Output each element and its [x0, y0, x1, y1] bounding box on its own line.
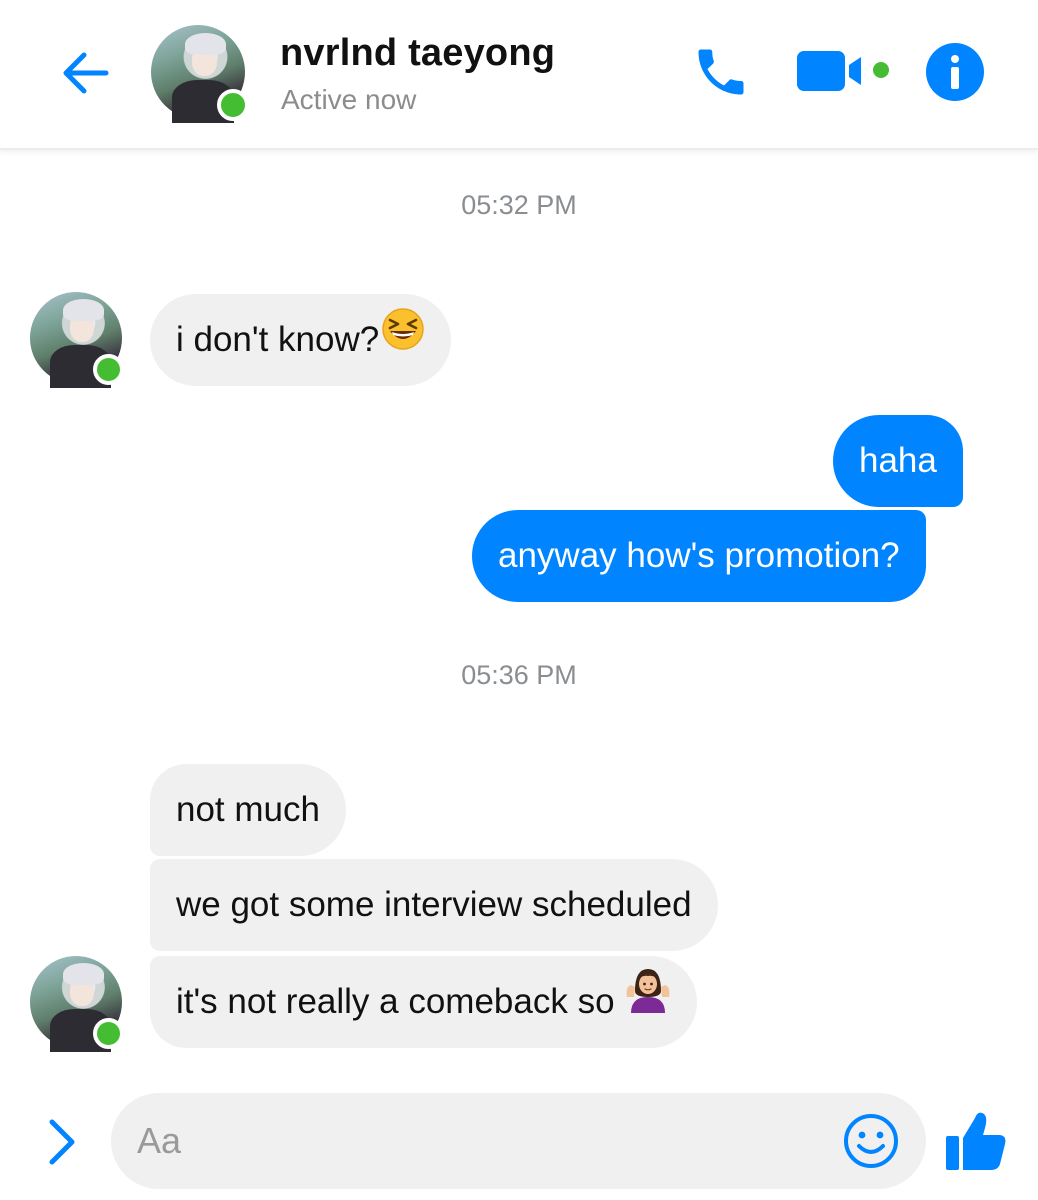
phone-icon[interactable] — [690, 42, 752, 102]
smiley-icon[interactable] — [842, 1112, 900, 1170]
incoming-message-bubble[interactable]: it's not really a comeback so — [150, 956, 697, 1048]
message-composer — [111, 1093, 926, 1189]
incoming-message-bubble[interactable]: not much — [150, 764, 346, 856]
message-timestamp: 05:32 PM — [461, 190, 577, 220]
online-indicator — [217, 89, 249, 121]
chevron-right-icon[interactable] — [40, 1116, 84, 1168]
message-text: we got some interview scheduled — [176, 885, 692, 924]
active-status: Active now — [281, 84, 417, 115]
online-indicator — [93, 354, 124, 385]
contact-avatar[interactable] — [30, 956, 124, 1052]
contact-avatar[interactable] — [30, 292, 124, 388]
message-timestamp: 05:36 PM — [461, 660, 577, 690]
person-shrugging-emoji — [625, 956, 671, 1048]
chat-header: nvrlnd taeyong Active now — [0, 0, 1038, 150]
outgoing-message-bubble[interactable]: anyway how's promotion? — [472, 510, 926, 602]
message-text: i don't know? — [176, 320, 380, 359]
video-camera-icon[interactable] — [797, 47, 893, 95]
contact-avatar[interactable] — [151, 25, 249, 123]
outgoing-message-bubble[interactable]: haha — [833, 415, 963, 507]
back-arrow-icon[interactable] — [56, 46, 116, 100]
message-input[interactable] — [137, 1093, 837, 1189]
grinning-squinting-face-emoji — [381, 294, 425, 386]
messenger-chat-screen: nvrlnd taeyong Active now 05:32 PM i don… — [0, 0, 1038, 1200]
contact-name[interactable]: nvrlnd taeyong — [280, 32, 555, 75]
incoming-message-bubble[interactable]: i don't know? — [150, 294, 452, 386]
message-text: anyway how's promotion? — [498, 536, 900, 575]
thumbs-up-icon[interactable] — [944, 1108, 1008, 1172]
online-indicator — [93, 1018, 124, 1049]
message-text: not much — [176, 790, 320, 829]
message-text: haha — [859, 441, 937, 480]
incoming-message-bubble[interactable]: we got some interview scheduled — [150, 859, 718, 951]
message-text: it's not really a comeback so — [176, 982, 615, 1021]
info-icon[interactable] — [926, 43, 984, 101]
